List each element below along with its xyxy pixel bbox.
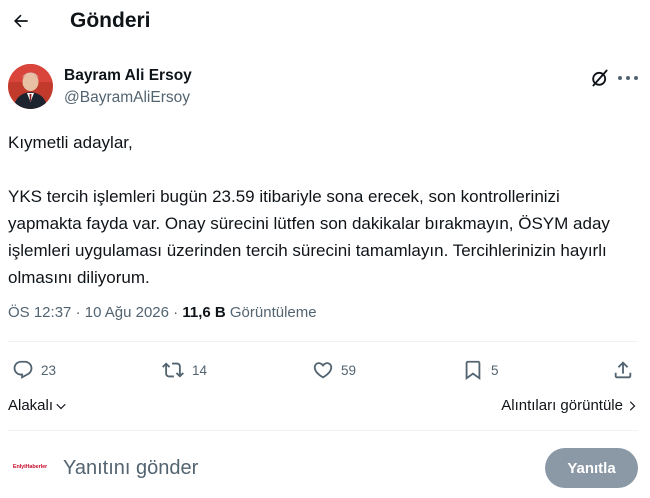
more-icon[interactable]: [617, 68, 639, 88]
chevron-down-icon: [56, 403, 66, 409]
repost-count: 14: [192, 362, 208, 378]
bookmark-button[interactable]: 5: [462, 355, 499, 385]
chevron-right-icon: [629, 400, 636, 411]
tweet-date[interactable]: 10 Ağu 2026: [85, 304, 169, 321]
reply-avatar-logo: EnIyiHaberler: [12, 464, 48, 470]
meta-separator: ·: [173, 304, 179, 321]
tweet-text: Kıymetli adaylar, YKS tercih işlemleri b…: [8, 129, 638, 291]
relevant-sort-dropdown[interactable]: Alakalı: [8, 397, 67, 414]
repost-icon: [162, 362, 184, 378]
view-quotes-label: Alıntıları görüntüle: [501, 397, 623, 414]
reply-button[interactable]: 23: [12, 355, 56, 385]
divider: [8, 341, 638, 342]
tweet-paragraph: Kıymetli adaylar,: [8, 133, 133, 152]
bookmark-icon: [465, 360, 481, 381]
tweet-author: Bayram Ali Ersoy @BayramAliErsoy: [8, 64, 638, 112]
like-count: 59: [341, 362, 357, 378]
meta-separator: ·: [75, 304, 81, 321]
reply-input[interactable]: [63, 454, 363, 482]
divider: [8, 430, 638, 431]
bookmark-count: 5: [491, 362, 499, 378]
repost-button[interactable]: 14: [161, 355, 207, 385]
back-button[interactable]: [8, 8, 34, 34]
share-button[interactable]: [612, 355, 634, 385]
avatar[interactable]: EnIyiHaberler: [8, 458, 52, 476]
page-title: Gönderi: [70, 9, 151, 32]
grok-icon[interactable]: [590, 68, 610, 88]
tweet-paragraph: YKS tercih işlemleri bugün 23.59 itibari…: [8, 187, 610, 287]
views-count: 11,6 B: [182, 304, 226, 321]
tweet-meta: ÖS 12:37 · 10 Ağu 2026 · 11,6 B Görüntül…: [8, 304, 317, 321]
top-bar: Gönderi: [0, 0, 650, 44]
share-icon: [614, 361, 632, 379]
author-handle[interactable]: @BayramAliErsoy: [64, 89, 190, 107]
avatar[interactable]: [8, 64, 53, 109]
views-label: Görüntüleme: [229, 304, 317, 321]
reply-icon: [13, 360, 33, 379]
like-button[interactable]: 59: [312, 355, 356, 385]
arrow-left-icon: [13, 14, 28, 28]
reply-submit-button[interactable]: Yanıtla: [545, 448, 638, 488]
related-row: Alakalı Alıntıları görüntüle: [8, 397, 638, 419]
tweet-time[interactable]: ÖS 12:37: [8, 304, 71, 321]
reply-composer: EnIyiHaberler Yanıtla: [8, 446, 638, 490]
tweet-actions: 23 14 59 5: [8, 355, 638, 385]
view-quotes-link[interactable]: Alıntıları görüntüle: [501, 397, 638, 414]
author-name[interactable]: Bayram Ali Ersoy: [64, 67, 192, 85]
reply-count: 23: [41, 362, 57, 378]
relevant-label: Alakalı: [8, 397, 54, 414]
heart-icon: [313, 362, 333, 379]
